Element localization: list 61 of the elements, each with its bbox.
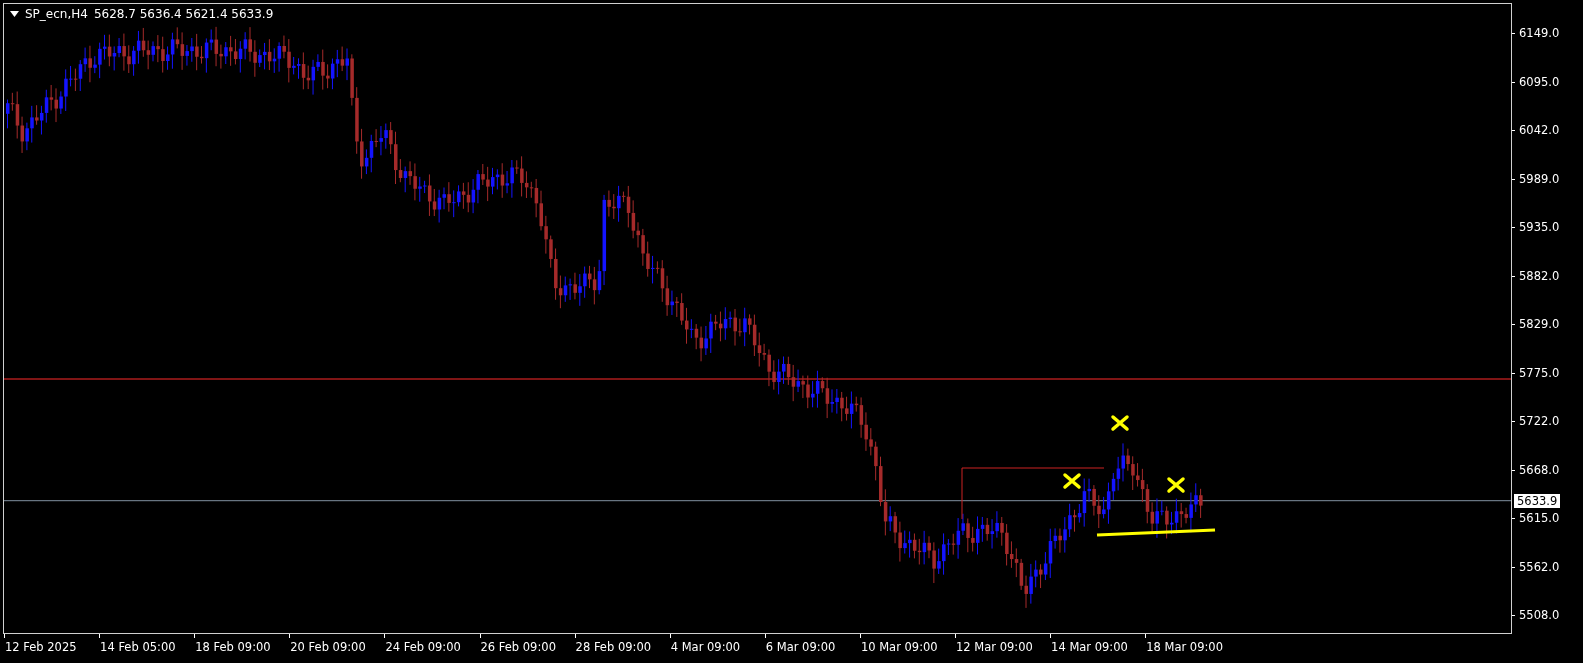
axis-tick	[1512, 178, 1515, 180]
axis-tick	[194, 634, 196, 638]
axis-tick	[1512, 324, 1515, 325]
time-label: 12 Feb 2025	[5, 640, 77, 654]
price-label: 5722.0	[1519, 414, 1560, 428]
symbol-label: SP_ecn,H4	[25, 7, 88, 21]
axis-tick	[764, 634, 766, 638]
price-label: 5829.0	[1519, 317, 1560, 331]
x-mark-icon	[1063, 473, 1081, 489]
dropdown-triangle-icon[interactable]	[10, 11, 19, 17]
time-label: 26 Feb 09:00	[480, 640, 556, 654]
x-mark-icon	[1111, 415, 1129, 431]
time-label: 10 Mar 09:00	[860, 640, 938, 654]
price-label: 5668.0	[1519, 462, 1560, 477]
axis-tick	[1512, 372, 1515, 374]
axis-tick	[4, 634, 5, 638]
price-label: 5989.0	[1519, 171, 1560, 186]
price-label: 5882.0	[1519, 268, 1560, 283]
axis-tick	[1145, 634, 1147, 638]
axis-tick	[1512, 227, 1515, 228]
axis-tick	[1512, 130, 1515, 131]
axis-tick	[669, 634, 671, 638]
time-label: 20 Feb 09:00	[290, 640, 366, 654]
axis-tick	[1512, 518, 1515, 519]
time-label: 18 Mar 09:00	[1146, 640, 1223, 654]
time-label: 12 Mar 09:00	[956, 640, 1033, 654]
time-label: 14 Feb 05:00	[100, 640, 176, 654]
price-label: 5562.0	[1519, 559, 1560, 574]
current-price-tag: 5633.9	[1514, 493, 1561, 508]
price-label: 6149.0	[1519, 26, 1560, 40]
price-label: 5935.0	[1519, 220, 1560, 234]
axis-tick	[1512, 81, 1515, 83]
axis-tick	[289, 634, 291, 638]
axis-tick	[479, 634, 481, 638]
axis-tick	[1512, 421, 1515, 422]
time-label: 14 Mar 09:00	[1051, 640, 1128, 654]
axis-tick	[955, 634, 956, 638]
price-label: 6095.0	[1519, 74, 1560, 89]
axis-tick	[1512, 33, 1515, 34]
time-label: 18 Feb 09:00	[195, 640, 271, 654]
axis-tick	[1512, 275, 1515, 277]
time-label: 28 Feb 09:00	[575, 640, 652, 654]
price-label: 5508.0	[1519, 608, 1560, 622]
axis-tick	[1050, 634, 1052, 638]
x-mark-icon	[1167, 477, 1185, 493]
axis-tick	[574, 634, 576, 638]
axis-tick	[1512, 566, 1515, 568]
axis-tick	[1512, 469, 1515, 471]
price-label: 6042.0	[1519, 123, 1560, 137]
axis-tick	[859, 634, 861, 638]
price-label: 5775.0	[1519, 365, 1560, 380]
axis-tick	[1512, 615, 1515, 616]
axis-tick	[384, 634, 386, 638]
time-label: 24 Feb 09:00	[385, 640, 461, 654]
time-label: 4 Mar 09:00	[670, 640, 741, 654]
axis-tick	[99, 634, 101, 638]
ohlc-values: 5628.7 5636.4 5621.4 5633.9	[93, 7, 274, 21]
price-label: 5615.0	[1519, 511, 1560, 525]
range-line[interactable]	[961, 467, 1105, 520]
support-line[interactable]	[1096, 528, 1216, 537]
time-label: 6 Mar 09:00	[765, 640, 836, 654]
